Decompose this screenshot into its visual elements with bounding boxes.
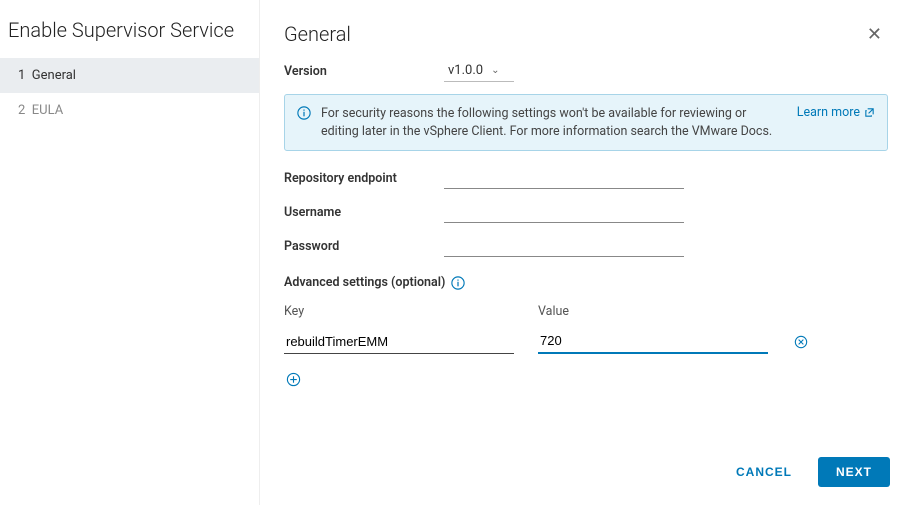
sidebar-step-eula[interactable]: 2 EULA xyxy=(0,93,259,128)
kv-row xyxy=(284,329,888,354)
key-column-header: Key xyxy=(284,304,514,319)
repo-label: Repository endpoint xyxy=(284,171,444,186)
advanced-label: Advanced settings (optional) xyxy=(284,275,445,290)
close-icon: ✕ xyxy=(867,24,882,44)
security-info-banner: For security reasons the following setti… xyxy=(284,94,888,151)
wizard-sidebar: Enable Supervisor Service 1 General 2 EU… xyxy=(0,0,260,505)
step-label: General xyxy=(32,68,76,83)
version-label: Version xyxy=(284,64,444,79)
repository-endpoint-input[interactable] xyxy=(444,167,684,189)
step-number: 1 xyxy=(18,68,25,83)
password-label: Password xyxy=(284,239,444,254)
plus-icon xyxy=(286,372,886,387)
version-select[interactable]: v1.0.0 ⌄ xyxy=(444,61,514,82)
wizard-footer: CANCEL NEXT xyxy=(728,457,890,487)
password-input[interactable] xyxy=(444,235,684,257)
page-title: General xyxy=(284,22,351,46)
step-number: 2 xyxy=(18,103,25,118)
step-label: EULA xyxy=(32,103,63,118)
learn-more-label: Learn more xyxy=(797,105,860,120)
external-link-icon xyxy=(864,107,875,118)
wizard-main: General ✕ Version v1.0.0 ⌄ For security … xyxy=(260,0,918,505)
close-button[interactable]: ✕ xyxy=(861,22,888,47)
kv-headers: Key Value xyxy=(284,304,888,319)
advanced-settings-header: Advanced settings (optional) xyxy=(284,275,888,290)
username-label: Username xyxy=(284,205,444,220)
version-row: Version v1.0.0 ⌄ xyxy=(284,61,888,82)
info-icon xyxy=(297,106,311,120)
version-value: v1.0.0 xyxy=(448,63,483,78)
value-column-header: Value xyxy=(538,304,768,319)
username-row: Username xyxy=(284,201,888,223)
learn-more-link[interactable]: Learn more xyxy=(797,105,875,120)
next-button[interactable]: NEXT xyxy=(818,457,890,487)
chevron-down-icon: ⌄ xyxy=(491,65,499,76)
info-icon[interactable] xyxy=(451,276,465,290)
wizard-dialog: Enable Supervisor Service 1 General 2 EU… xyxy=(0,0,918,505)
remove-row-button[interactable] xyxy=(792,333,810,351)
remove-icon xyxy=(794,335,808,349)
password-row: Password xyxy=(284,235,888,257)
banner-text: For security reasons the following setti… xyxy=(321,105,787,140)
sidebar-title: Enable Supervisor Service xyxy=(0,18,259,58)
cancel-button[interactable]: CANCEL xyxy=(728,459,800,485)
repo-row: Repository endpoint xyxy=(284,167,888,189)
add-row-button[interactable] xyxy=(284,370,888,389)
kv-value-input[interactable] xyxy=(538,329,768,354)
sidebar-step-general[interactable]: 1 General xyxy=(0,58,259,93)
main-header: General ✕ xyxy=(284,22,888,47)
kv-key-input[interactable] xyxy=(284,330,514,354)
username-input[interactable] xyxy=(444,201,684,223)
